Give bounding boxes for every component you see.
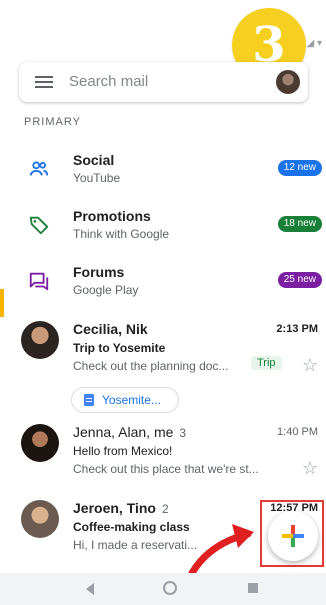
category-subtitle: YouTube — [73, 171, 121, 185]
system-nav-bar — [0, 573, 326, 605]
email-subject: Trip to Yosemite — [73, 341, 166, 355]
category-subtitle: Google Play — [73, 283, 139, 297]
category-subtitle: Think with Google — [73, 227, 170, 241]
category-title: Social — [73, 152, 115, 168]
new-count-badge: 25 new — [277, 272, 322, 288]
new-count-badge: 12 new — [277, 160, 322, 176]
category-title: Forums — [73, 264, 125, 280]
email-sender: Cecilia, Nik — [73, 321, 148, 337]
email-preview: Check out the planning doc... — [73, 359, 229, 373]
category-social[interactable]: Social YouTube 12 new — [0, 150, 326, 200]
star-icon[interactable]: ☆ — [302, 355, 318, 376]
sender-avatar — [21, 500, 59, 538]
people-icon — [29, 161, 49, 176]
recents-icon[interactable] — [248, 583, 258, 593]
category-forums[interactable]: Forums Google Play 25 new — [0, 262, 326, 312]
email-label-chip: Trip — [251, 356, 282, 370]
tag-icon — [29, 216, 49, 235]
edge-highlight-mark — [0, 289, 4, 317]
section-label: PRIMARY — [24, 116, 81, 128]
search-input[interactable]: Search mail — [69, 73, 148, 90]
signal-icon: ◢ ▾ — [306, 38, 323, 49]
email-subject: Hello from Mexico! — [73, 444, 173, 458]
back-icon[interactable] — [86, 583, 94, 595]
email-sender: Jeroen, Tino 2 — [73, 500, 169, 516]
thread-count: 3 — [179, 426, 187, 440]
search-bar[interactable]: Search mail — [19, 62, 308, 102]
plus-icon — [282, 525, 304, 547]
category-title: Promotions — [73, 208, 151, 224]
attachment-name: Yosemite... — [102, 393, 161, 407]
attachment-chip[interactable]: Yosemite... — [71, 387, 179, 413]
new-count-badge: 18 new — [277, 216, 322, 232]
email-preview: Check out this place that we're st... — [73, 462, 259, 476]
sender-avatar — [21, 321, 59, 359]
sender-avatar — [21, 424, 59, 462]
document-icon — [84, 394, 94, 406]
email-time: 1:40 PM — [277, 426, 318, 438]
account-avatar[interactable] — [276, 70, 300, 94]
forum-icon — [29, 272, 49, 291]
category-promotions[interactable]: Promotions Think with Google 18 new — [0, 206, 326, 256]
thread-count: 2 — [161, 502, 169, 516]
star-icon[interactable]: ☆ — [302, 458, 318, 479]
email-time: 2:13 PM — [276, 323, 318, 335]
email-sender: Jenna, Alan, me 3 — [73, 424, 187, 440]
home-icon[interactable] — [163, 581, 177, 595]
menu-icon[interactable] — [35, 76, 53, 88]
compose-button[interactable] — [268, 511, 318, 561]
